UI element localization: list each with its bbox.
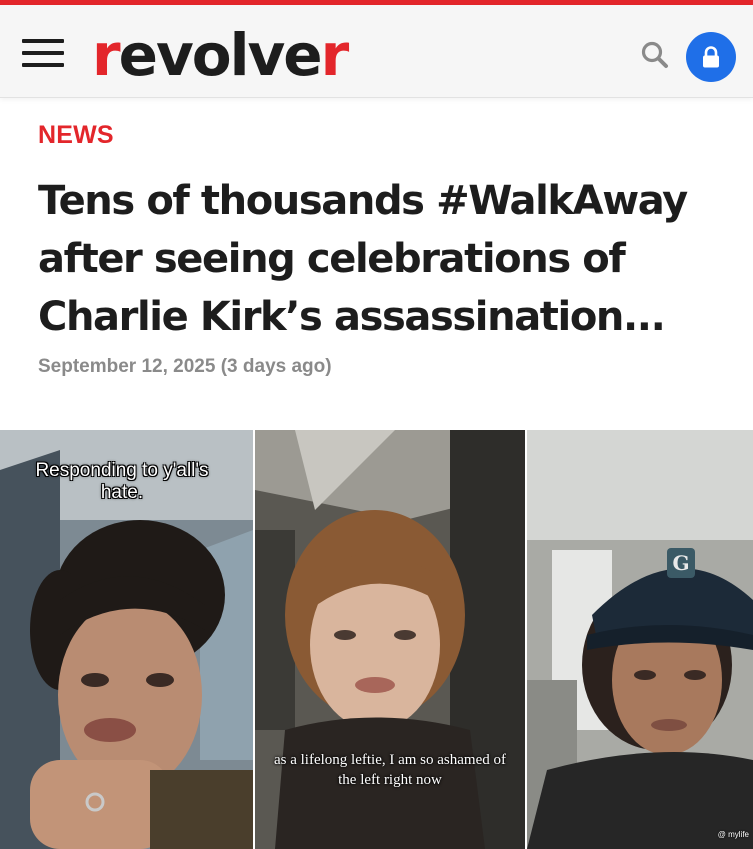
article-date: September 12, 2025 (3 days ago) [38,356,332,377]
logo-letters-middle: evolve [118,21,323,89]
site-logo[interactable]: revolver [92,20,350,90]
video-still-center: as a lifelong leftie, I am so ashamed of… [253,430,527,849]
logo-letter-r-last: r [320,21,350,89]
hamburger-menu-icon[interactable] [22,39,64,69]
svg-text:G: G [672,551,689,575]
logo-letter-r-first: r [92,21,121,89]
video-watermark: @ mylife [717,830,749,839]
video-caption: as a lifelong leftie, I am so ashamed of… [273,752,506,788]
article-image[interactable]: Responding to y'all's hate. as a lifelon… [0,430,753,849]
site-header: revolver [0,5,753,98]
lock-icon [703,46,719,68]
article-headline[interactable]: Tens of thousands #WalkAway after seeing… [38,172,738,346]
article-category[interactable]: NEWS [38,121,114,150]
search-icon[interactable] [640,40,670,70]
lock-button[interactable] [686,32,736,82]
video-still-right: G @ mylife [527,430,753,849]
video-still-left: Responding to y'all's hate. [0,430,253,849]
video-overlay-text: Responding to y'all's hate. [35,460,209,503]
